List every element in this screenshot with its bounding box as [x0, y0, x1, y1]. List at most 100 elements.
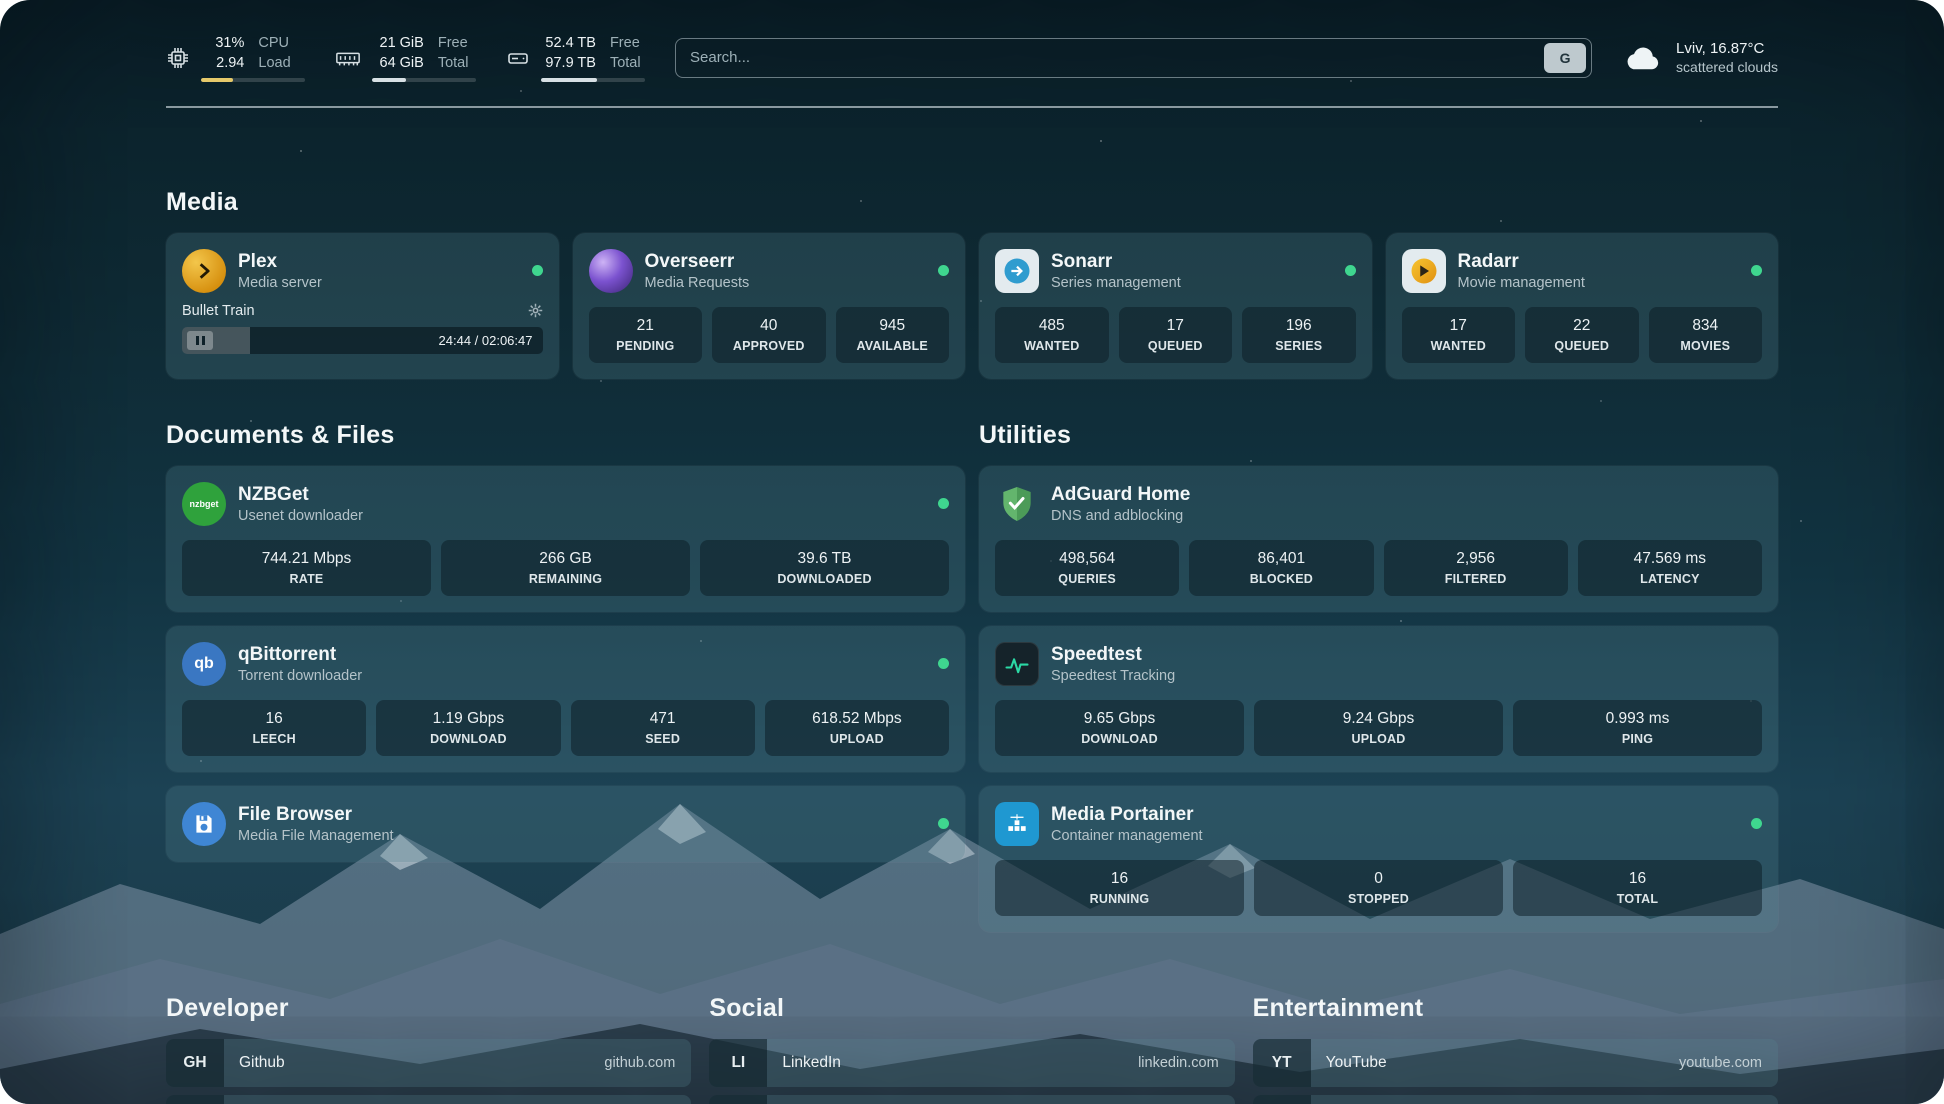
overseerr-icon — [589, 249, 633, 293]
memory-free-value: 21 GiB — [372, 34, 424, 53]
status-indicator — [1751, 818, 1762, 829]
section-title-entertainment: Entertainment — [1253, 994, 1778, 1023]
service-description: Torrent downloader — [238, 668, 362, 684]
qbittorrent-icon-text: qb — [194, 655, 214, 673]
service-description: Movie management — [1458, 275, 1585, 291]
system-metrics: 31% CPU 2.94 Load — [166, 34, 645, 82]
plex-card[interactable]: Plex Media server Bullet Train — [166, 233, 559, 379]
bookmark-abbr: TW — [709, 1095, 767, 1104]
service-description: Container management — [1051, 828, 1203, 844]
disk-icon — [506, 46, 530, 70]
topbar-divider — [166, 106, 1778, 108]
portainer-stat-stopped: 0 STOPPED — [1254, 860, 1503, 916]
speedtest-icon — [995, 642, 1039, 686]
adguard-stat-filtered: 2,956 FILTERED — [1384, 540, 1568, 596]
memory-metric: 21 GiB Free 64 GiB Total — [335, 34, 476, 82]
section-title-documents: Documents & Files — [166, 421, 965, 450]
top-bar: 31% CPU 2.94 Load — [166, 34, 1778, 82]
overseerr-stat-available: 945 AVAILABLE — [836, 307, 950, 363]
pause-button[interactable] — [187, 331, 213, 350]
bookmark-youtube[interactable]: YT YouTube youtube.com — [1253, 1039, 1778, 1087]
section-title-social: Social — [709, 994, 1234, 1023]
radarr-card[interactable]: Radarr Movie management 17 WANTED 22 QUE… — [1386, 233, 1779, 379]
disk-total-value: 97.9 TB — [541, 54, 596, 73]
service-name: Sonarr — [1051, 251, 1181, 273]
qbittorrent-stat-leech: 16 LEECH — [182, 700, 366, 756]
stream-settings-button[interactable] — [528, 303, 543, 318]
dashboard-page: 31% CPU 2.94 Load — [0, 0, 1944, 1104]
documents-section: Documents & Files nzbget NZBGet Usenet d… — [166, 421, 965, 862]
overseerr-card[interactable]: Overseerr Media Requests 21 PENDING 40 A… — [573, 233, 966, 379]
portainer-icon — [995, 802, 1039, 846]
media-section: Plex Media server Bullet Train — [166, 233, 1778, 379]
service-name: AdGuard Home — [1051, 484, 1190, 506]
service-name: Overseerr — [645, 251, 750, 273]
nzbget-stat-downloaded: 39.6 TB DOWNLOADED — [700, 540, 949, 596]
bookmark-url: github.com — [604, 1055, 691, 1071]
cpu-progress-bar — [201, 78, 305, 82]
speedtest-stat-upload: 9.24 Gbps UPLOAD — [1254, 700, 1503, 756]
search-input[interactable] — [676, 49, 1544, 66]
overseerr-stat-pending: 21 PENDING — [589, 307, 703, 363]
adguard-stat-blocked: 86,401 BLOCKED — [1189, 540, 1373, 596]
filebrowser-icon — [182, 802, 226, 846]
section-title-developer: Developer — [166, 994, 691, 1023]
bookmark-url: youtube.com — [1679, 1055, 1778, 1071]
sonarr-stat-series: 196 SERIES — [1242, 307, 1356, 363]
disk-metric: 52.4 TB Free 97.9 TB Total — [506, 34, 645, 82]
cpu-chip-icon — [166, 46, 190, 70]
bookmark-stackoverflow[interactable]: SO StackOverflow stackoverflow.com — [166, 1095, 691, 1104]
service-description: DNS and adblocking — [1051, 508, 1190, 524]
service-description: Speedtest Tracking — [1051, 668, 1175, 684]
nzbget-card[interactable]: nzbget NZBGet Usenet downloader 744.21 M… — [166, 466, 965, 612]
bookmark-abbr: YT — [1253, 1039, 1311, 1087]
speedtest-stat-download: 9.65 Gbps DOWNLOAD — [995, 700, 1244, 756]
sonarr-card[interactable]: Sonarr Series management 485 WANTED 17 Q… — [979, 233, 1372, 379]
developer-bookmarks: Developer GH Github github.com SO StackO… — [166, 994, 691, 1104]
radarr-stat-queued: 22 QUEUED — [1525, 307, 1639, 363]
qbittorrent-stat-download: 1.19 Gbps DOWNLOAD — [376, 700, 560, 756]
bookmark-abbr: NF — [1253, 1095, 1311, 1104]
radarr-icon — [1402, 249, 1446, 293]
bookmark-abbr: SO — [166, 1095, 224, 1104]
service-name: Speedtest — [1051, 644, 1175, 666]
cloud-icon — [1622, 42, 1664, 74]
adguard-card[interactable]: AdGuard Home DNS and adblocking 498,564 … — [979, 466, 1778, 612]
service-description: Series management — [1051, 275, 1181, 291]
disk-free-value: 52.4 TB — [541, 34, 596, 53]
plex-icon — [182, 249, 226, 293]
service-name: qBittorrent — [238, 644, 362, 666]
service-description: Media File Management — [238, 828, 394, 844]
memory-total-value: 64 GiB — [372, 54, 424, 73]
portainer-card[interactable]: Media Portainer Container management 16 … — [979, 786, 1778, 932]
nzbget-icon-text: nzbget — [190, 499, 219, 509]
bookmark-linkedin[interactable]: LI LinkedIn linkedin.com — [709, 1039, 1234, 1087]
portainer-stat-running: 16 RUNNING — [995, 860, 1244, 916]
bookmark-github[interactable]: GH Github github.com — [166, 1039, 691, 1087]
social-bookmarks: Social LI LinkedIn linkedin.com TW Twitt… — [709, 994, 1234, 1104]
disk-total-label: Total — [610, 54, 645, 73]
bookmark-netflix[interactable]: NF Netflix netflix.com — [1253, 1095, 1778, 1104]
cpu-usage-label: CPU — [258, 34, 305, 53]
status-indicator — [938, 658, 949, 669]
qbittorrent-card[interactable]: qb qBittorrent Torrent downloader 16 LEE… — [166, 626, 965, 772]
service-name: File Browser — [238, 804, 394, 826]
search-provider-button[interactable]: G — [1544, 43, 1586, 73]
disk-progress-bar — [541, 78, 645, 82]
bookmark-abbr: GH — [166, 1039, 224, 1087]
memory-free-label: Free — [438, 34, 476, 53]
cpu-load-label: Load — [258, 54, 305, 73]
weather-location: Lviv, 16.87°C — [1676, 40, 1778, 57]
service-description: Media server — [238, 275, 322, 291]
cpu-usage-value: 31% — [201, 34, 244, 53]
gear-icon — [528, 303, 543, 318]
filebrowser-card[interactable]: File Browser Media File Management — [166, 786, 965, 862]
now-playing-title: Bullet Train — [182, 303, 255, 319]
service-name: Media Portainer — [1051, 804, 1203, 826]
speedtest-card[interactable]: Speedtest Speedtest Tracking 9.65 Gbps D… — [979, 626, 1778, 772]
section-title-utilities: Utilities — [979, 421, 1778, 450]
weather-condition: scattered clouds — [1676, 59, 1778, 75]
sonarr-icon — [995, 249, 1039, 293]
playback-time: 24:44 / 02:06:47 — [439, 333, 543, 348]
bookmark-twitter[interactable]: TW Twitter twitter.com — [709, 1095, 1234, 1104]
